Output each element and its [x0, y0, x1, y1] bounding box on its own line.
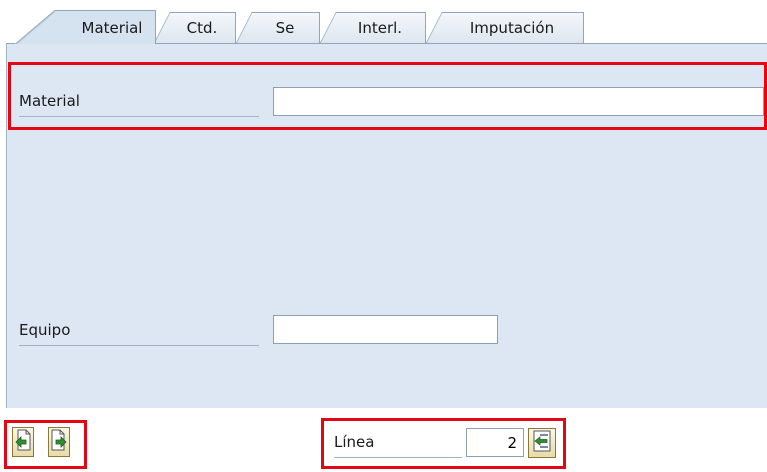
material-label: Material	[19, 92, 259, 117]
tab-ctd-label: Ctd.	[186, 19, 218, 37]
linea-input[interactable]	[466, 428, 524, 457]
tab-ctd[interactable]: Ctd.	[154, 12, 236, 43]
tab-se[interactable]: Se	[236, 12, 320, 43]
tab-imputacion-label: Imputación	[469, 19, 555, 37]
sap-item-detail-screen: Material Ctd. Se Interl. Imputación Mate…	[0, 0, 767, 472]
tab-strip: Material Ctd. Se Interl. Imputación	[0, 0, 767, 44]
tab-interl-label: Interl.	[357, 19, 403, 37]
equipo-input[interactable]	[273, 315, 498, 344]
previous-item-icon	[15, 429, 31, 455]
goto-line-button[interactable]	[528, 428, 556, 458]
tab-material-label: Material	[81, 18, 143, 37]
goto-line-icon	[532, 430, 552, 456]
equipo-label: Equipo	[19, 321, 259, 346]
tab-material[interactable]: Material	[15, 10, 156, 44]
next-item-button[interactable]	[48, 427, 70, 457]
tab-interl[interactable]: Interl.	[320, 12, 426, 43]
tab-se-label: Se	[275, 19, 295, 37]
tab-imputacion[interactable]: Imputación	[426, 12, 584, 43]
tab-content-panel: Material Equipo	[6, 43, 767, 408]
material-input[interactable]	[273, 87, 764, 116]
previous-item-button[interactable]	[12, 427, 34, 457]
next-item-icon	[51, 429, 67, 455]
linea-label: Línea	[334, 433, 462, 458]
